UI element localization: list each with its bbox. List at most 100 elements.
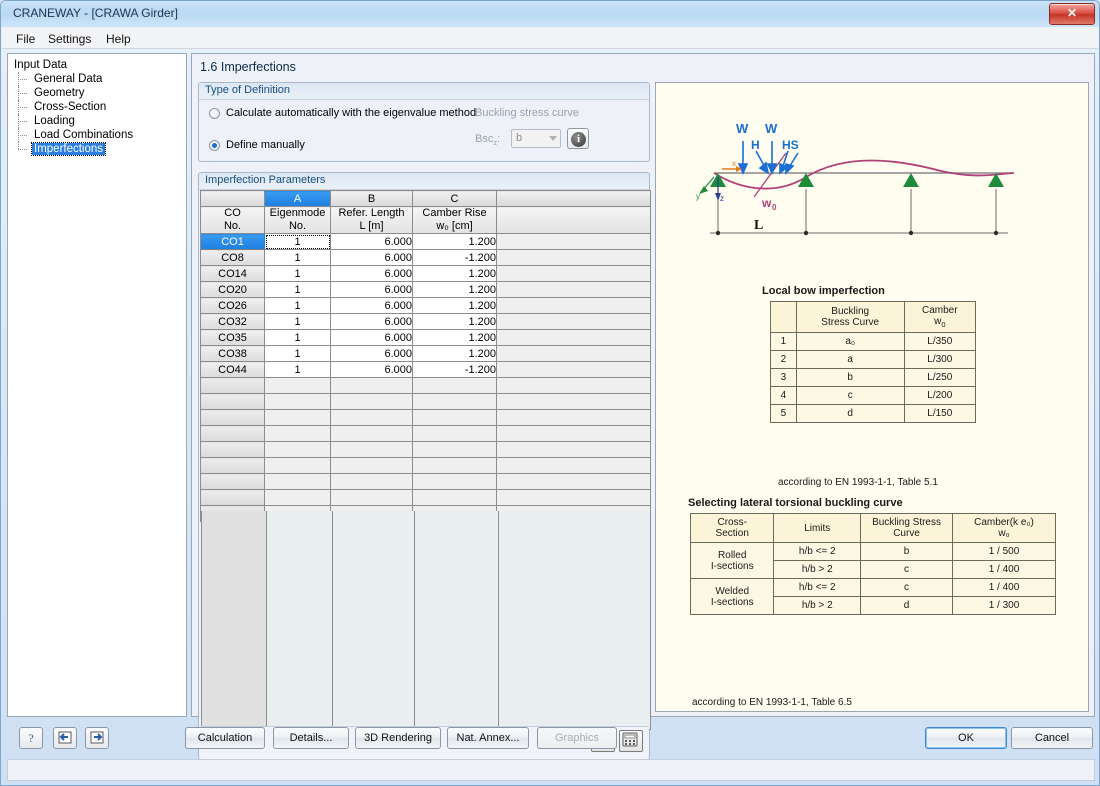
- menu-item-help[interactable]: Help: [100, 31, 137, 47]
- cell-eigenmode[interactable]: [264, 377, 331, 394]
- row-header-co[interactable]: [200, 409, 265, 426]
- imperfection-table[interactable]: A B C CO No. Eigenmode No. Refer. Length…: [200, 190, 651, 522]
- cell-refer-length[interactable]: [330, 409, 413, 426]
- row-header-co[interactable]: [200, 457, 265, 474]
- cell-refer-length[interactable]: [330, 489, 413, 506]
- cell-camber-rise[interactable]: 1.200: [412, 233, 497, 250]
- table-row[interactable]: [200, 409, 651, 426]
- row-header-co[interactable]: CO35: [200, 329, 265, 346]
- table-row[interactable]: [200, 489, 651, 506]
- table-row[interactable]: [200, 393, 651, 410]
- help-button[interactable]: ?: [19, 727, 43, 749]
- table-row[interactable]: CO35 1 6.000 1.200: [200, 329, 651, 346]
- cell-camber-rise[interactable]: [412, 489, 497, 506]
- row-header-co[interactable]: CO8: [200, 249, 265, 266]
- cell-refer-length[interactable]: 6.000: [330, 345, 413, 362]
- row-header-co[interactable]: CO26: [200, 297, 265, 314]
- details-button[interactable]: Details...: [273, 727, 349, 749]
- cell-eigenmode[interactable]: 1: [264, 233, 331, 250]
- row-header-co[interactable]: CO14: [200, 265, 265, 282]
- cell-camber-rise[interactable]: [412, 377, 497, 394]
- next-button[interactable]: [85, 727, 109, 749]
- cell-camber-rise[interactable]: [412, 393, 497, 410]
- table-row[interactable]: CO44 1 6.000 -1.200: [200, 361, 651, 378]
- cell-camber-rise[interactable]: 1.200: [412, 313, 497, 330]
- cell-spare[interactable]: [496, 233, 651, 250]
- cell-camber-rise[interactable]: [412, 425, 497, 442]
- cell-spare[interactable]: [496, 393, 651, 410]
- cell-camber-rise[interactable]: 1.200: [412, 281, 497, 298]
- table-row[interactable]: CO14 1 6.000 1.200: [200, 265, 651, 282]
- cell-eigenmode[interactable]: 1: [264, 297, 331, 314]
- cell-spare[interactable]: [496, 249, 651, 266]
- row-header-co[interactable]: [200, 377, 265, 394]
- cell-spare[interactable]: [496, 425, 651, 442]
- cell-spare[interactable]: [496, 409, 651, 426]
- table-row[interactable]: CO38 1 6.000 1.200: [200, 345, 651, 362]
- cell-camber-rise[interactable]: [412, 409, 497, 426]
- sidebar-item-general-data[interactable]: General Data: [14, 72, 135, 86]
- sidebar-item-cross-section[interactable]: Cross-Section: [14, 100, 135, 114]
- cell-camber-rise[interactable]: 1.200: [412, 329, 497, 346]
- cell-spare[interactable]: [496, 441, 651, 458]
- cell-spare[interactable]: [496, 281, 651, 298]
- cell-spare[interactable]: [496, 377, 651, 394]
- cell-refer-length[interactable]: 6.000: [330, 313, 413, 330]
- cell-spare[interactable]: [496, 297, 651, 314]
- cell-camber-rise[interactable]: [412, 457, 497, 474]
- cell-spare[interactable]: [496, 265, 651, 282]
- cell-camber-rise[interactable]: 1.200: [412, 345, 497, 362]
- table-row[interactable]: [200, 473, 651, 490]
- cell-refer-length[interactable]: [330, 377, 413, 394]
- cell-spare[interactable]: [496, 313, 651, 330]
- cell-eigenmode[interactable]: 1: [264, 345, 331, 362]
- ok-button[interactable]: OK: [925, 727, 1007, 749]
- row-header-co[interactable]: CO1: [200, 233, 265, 250]
- cell-eigenmode[interactable]: 1: [264, 329, 331, 346]
- cell-refer-length[interactable]: [330, 441, 413, 458]
- cell-camber-rise[interactable]: [412, 473, 497, 490]
- table-row[interactable]: CO20 1 6.000 1.200: [200, 281, 651, 298]
- cell-refer-length[interactable]: 6.000: [330, 233, 413, 250]
- row-header-co[interactable]: CO20: [200, 281, 265, 298]
- cell-refer-length[interactable]: 6.000: [330, 281, 413, 298]
- cell-refer-length[interactable]: [330, 457, 413, 474]
- cell-camber-rise[interactable]: -1.200: [412, 361, 497, 378]
- column-header-c[interactable]: C: [412, 190, 497, 207]
- cell-eigenmode[interactable]: 1: [264, 313, 331, 330]
- cell-refer-length[interactable]: 6.000: [330, 361, 413, 378]
- calculation-button[interactable]: Calculation: [185, 727, 265, 749]
- sidebar-item-geometry[interactable]: Geometry: [14, 86, 135, 100]
- table-row[interactable]: CO1 1 6.000 1.200: [200, 233, 651, 250]
- cell-eigenmode[interactable]: [264, 489, 331, 506]
- table-row[interactable]: CO32 1 6.000 1.200: [200, 313, 651, 330]
- table-row[interactable]: [200, 441, 651, 458]
- cell-camber-rise[interactable]: [412, 441, 497, 458]
- cell-spare[interactable]: [496, 361, 651, 378]
- cell-eigenmode[interactable]: 1: [264, 281, 331, 298]
- cell-spare[interactable]: [496, 329, 651, 346]
- cell-spare[interactable]: [496, 457, 651, 474]
- cell-refer-length[interactable]: 6.000: [330, 249, 413, 266]
- row-header-co[interactable]: CO44: [200, 361, 265, 378]
- info-button[interactable]: i: [567, 128, 589, 149]
- sidebar-item-load-combinations[interactable]: Load Combinations: [14, 128, 135, 142]
- menu-item-settings[interactable]: Settings: [42, 31, 97, 47]
- cell-eigenmode[interactable]: [264, 409, 331, 426]
- cancel-button[interactable]: Cancel: [1011, 727, 1093, 749]
- column-header-d[interactable]: [496, 190, 651, 207]
- cell-spare[interactable]: [496, 473, 651, 490]
- row-header-co[interactable]: [200, 489, 265, 506]
- column-header-a[interactable]: A: [264, 190, 331, 207]
- cell-camber-rise[interactable]: 1.200: [412, 265, 497, 282]
- sidebar-item-imperfections[interactable]: Imperfections: [14, 142, 135, 156]
- cell-spare[interactable]: [496, 489, 651, 506]
- cell-eigenmode[interactable]: [264, 425, 331, 442]
- nat-annex-button[interactable]: Nat. Annex...: [447, 727, 529, 749]
- cell-eigenmode[interactable]: 1: [264, 249, 331, 266]
- cell-refer-length[interactable]: [330, 473, 413, 490]
- menu-item-file[interactable]: File: [10, 31, 41, 47]
- cell-eigenmode[interactable]: [264, 441, 331, 458]
- column-header-b[interactable]: B: [330, 190, 413, 207]
- table-row[interactable]: [200, 377, 651, 394]
